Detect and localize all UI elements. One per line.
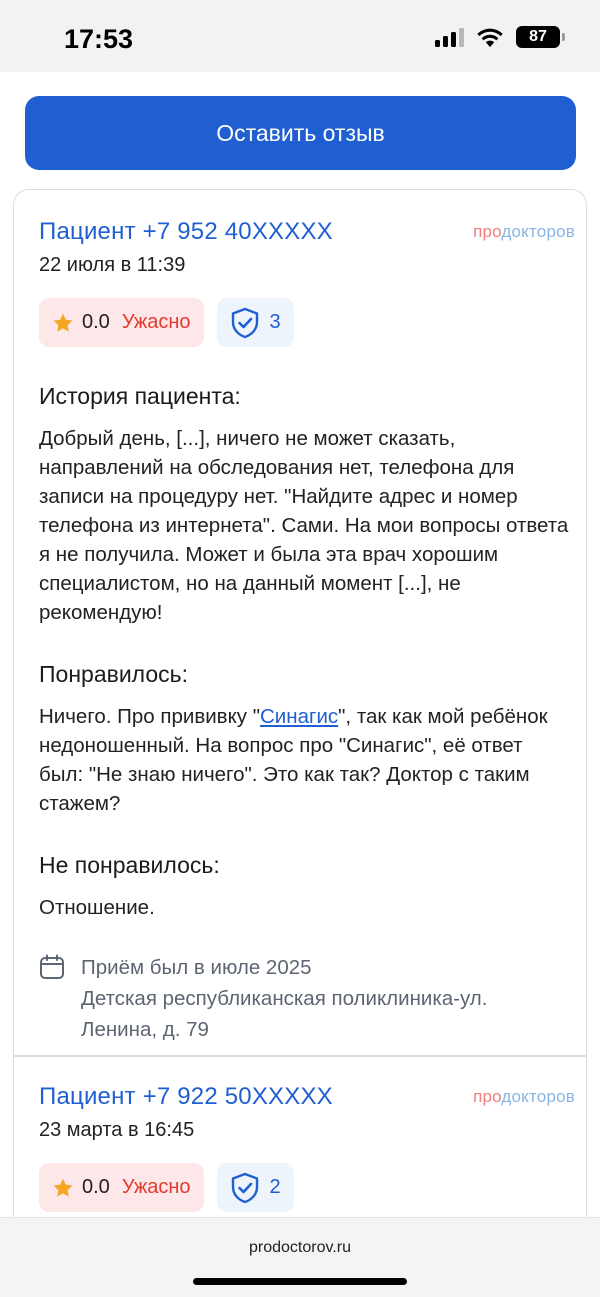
liked-text: Ничего. Про прививку "Синагис", так как … [39,705,548,815]
browser-bar: prodoctorov.ru [0,1217,600,1297]
disliked-title: Не понравилось: [39,852,220,878]
rating-value: 0.0 [82,1176,110,1198]
drug-link[interactable]: Синагис [260,705,338,728]
review-date: 23 марта в 16:45 [39,1119,195,1141]
review-badges: 0.0 Ужасно 2 [39,1163,569,1212]
wifi-icon [477,28,503,47]
rating-value: 0.0 [82,311,110,333]
review-item: Пациент +7 952 40XXXXX продокторов 22 ию… [39,218,575,1045]
disliked-text: Отношение. [39,896,155,919]
home-indicator[interactable] [193,1278,407,1285]
rating-badge: 0.0 Ужасно [39,298,204,347]
rating-label: Ужасно [121,311,191,333]
verified-badge[interactable]: 2 [216,1163,294,1212]
verified-count: 2 [269,1176,281,1198]
verified-badge[interactable]: 3 [216,298,294,347]
url-field[interactable]: prodoctorov.ru [0,1239,600,1257]
page-content: Оставить отзыв Пациент +7 952 40XXXXX пр… [0,72,600,1217]
reviews-card: Пациент +7 952 40XXXXX продокторов 22 ию… [13,189,587,1217]
signal-icon [435,27,464,47]
visit-date: Приём был в июле 2025 [81,956,312,979]
rating-label: Ужасно [121,1176,191,1198]
review-item: Пациент +7 922 50XXXXX продокторов 23 ма… [39,1083,575,1212]
rating-badge: 0.0 Ужасно [39,1163,204,1212]
star-icon [53,1178,73,1197]
review-date: 22 июля в 11:39 [39,254,186,276]
review-badges: 0.0 Ужасно 3 [39,298,569,347]
verified-count: 3 [269,311,281,333]
brand-logo: продокторов [473,1087,575,1106]
status-icons: 87 [435,26,565,48]
visit-place: Детская республиканская поликлиника-ул. … [81,987,488,1041]
visit-info: Приём был в июле 2025 Детская республика… [39,952,569,1045]
star-icon [53,313,73,332]
shield-check-icon [231,1172,258,1203]
shield-check-icon [231,307,258,338]
liked-title: Понравилось: [39,661,189,687]
leave-review-button[interactable]: Оставить отзыв [25,96,576,170]
brand-logo: продокторов [473,222,575,241]
status-time: 17:53 [64,24,134,54]
history-text: Добрый день, [...], ничего не может сказ… [39,427,569,624]
history-title: История пациента: [39,383,241,409]
status-bar: 17:53 87 [0,0,600,72]
review-divider [14,1055,586,1057]
calendar-icon [40,954,64,979]
battery-icon: 87 [516,26,565,48]
